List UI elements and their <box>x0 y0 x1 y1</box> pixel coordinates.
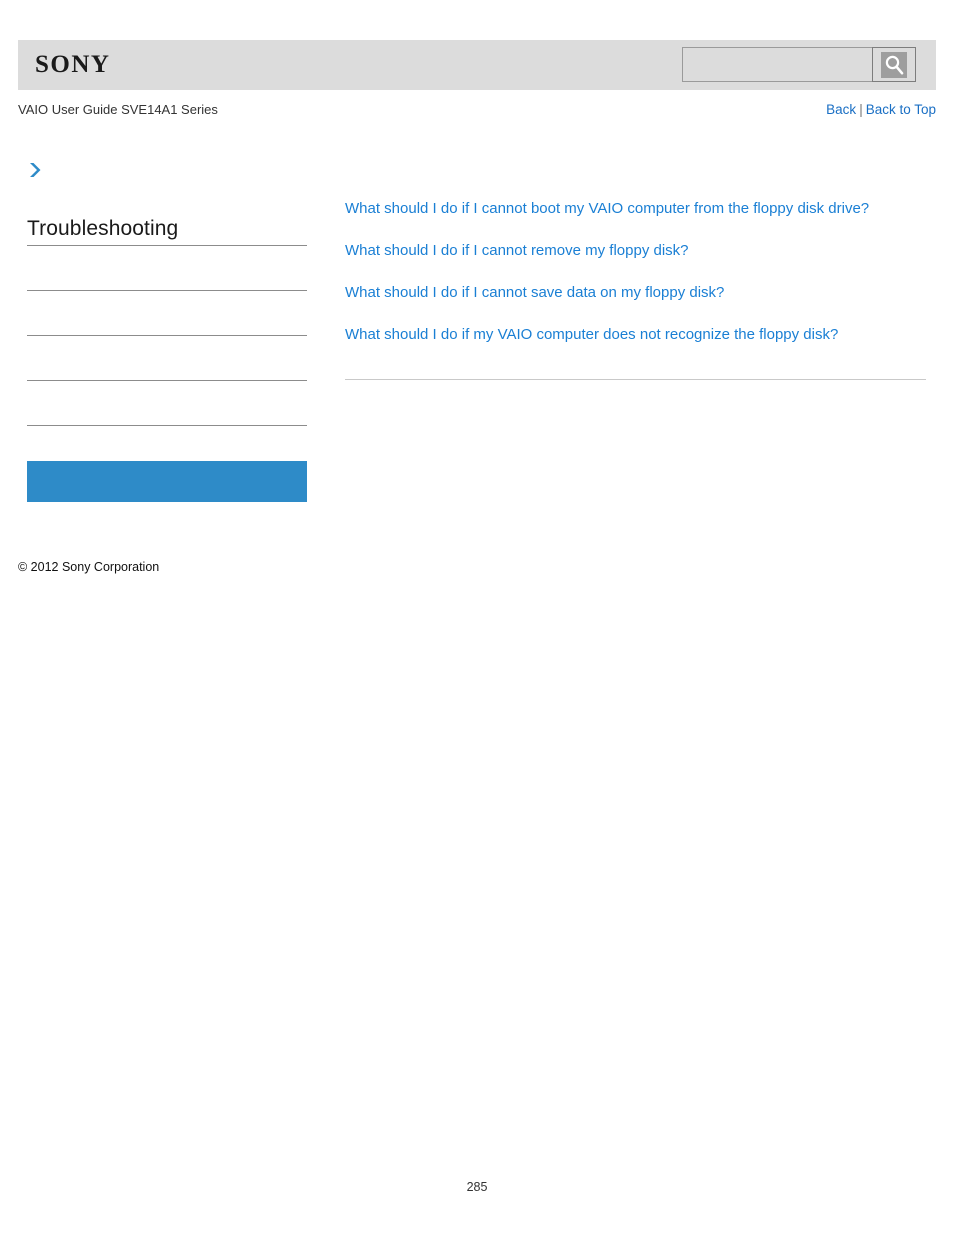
topic-link[interactable]: What should I do if my VAIO computer doe… <box>345 326 838 343</box>
back-link[interactable]: Back <box>826 102 856 117</box>
chevron-right-icon[interactable] <box>27 160 307 190</box>
sidebar-item[interactable] <box>27 381 307 426</box>
topic-link[interactable]: What should I do if I cannot remove my f… <box>345 242 689 259</box>
sidebar-item-selected[interactable] <box>27 461 307 502</box>
header-nav: Back | Back to Top <box>826 100 936 120</box>
search-icon <box>881 51 907 78</box>
sidebar-item[interactable] <box>27 246 307 291</box>
list-item: What should I do if I cannot save data o… <box>345 282 926 304</box>
subheader: VAIO User Guide SVE14A1 Series Back | Back… <box>18 100 936 120</box>
topic-link[interactable]: What should I do if I cannot save data o… <box>345 284 724 301</box>
list-item: What should I do if I cannot remove my f… <box>345 240 926 262</box>
sony-logo: SONY <box>35 51 111 78</box>
search-group <box>682 47 916 82</box>
topic-link-list: What should I do if I cannot boot my VAI… <box>345 198 926 346</box>
guide-title: VAIO User Guide SVE14A1 Series <box>18 102 218 117</box>
copyright-text: © 2012 Sony Corporation <box>18 560 160 574</box>
search-input[interactable] <box>682 47 872 82</box>
header-band: SONY <box>18 40 936 90</box>
content-divider <box>345 379 926 380</box>
sidebar-item[interactable] <box>27 336 307 381</box>
list-item: What should I do if my VAIO computer doe… <box>345 324 926 346</box>
sidebar-item[interactable] <box>27 291 307 336</box>
nav-separator: | <box>859 102 863 117</box>
page-number: 285 <box>466 1180 488 1194</box>
main-content: What should I do if I cannot boot my VAI… <box>345 198 926 380</box>
sidebar: Troubleshooting <box>27 160 307 502</box>
list-item: What should I do if I cannot boot my VAI… <box>345 198 926 220</box>
back-to-top-link[interactable]: Back to Top <box>866 102 936 117</box>
search-button[interactable] <box>872 47 916 82</box>
topic-link[interactable]: What should I do if I cannot boot my VAI… <box>345 200 869 217</box>
page-title: Troubleshooting <box>27 216 307 246</box>
